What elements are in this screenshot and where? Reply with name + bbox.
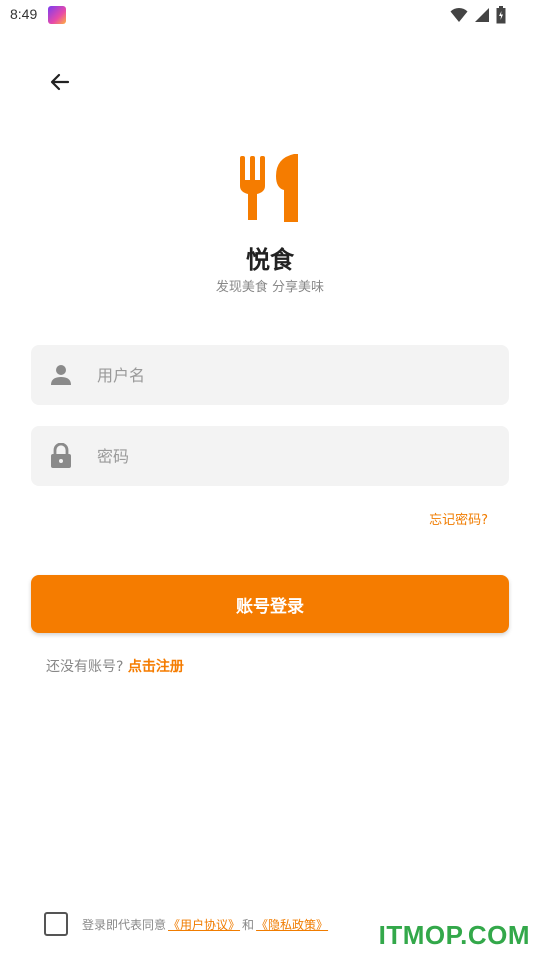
status-icons — [450, 6, 506, 24]
agreement-conjunction: 和 — [242, 917, 255, 932]
watermark: ITMOP.COM — [378, 920, 530, 950]
username-field[interactable] — [31, 345, 509, 405]
username-input[interactable] — [97, 365, 457, 385]
app-name: 悦食 — [246, 246, 294, 274]
agreement-row: 登录即代表同意 《用户协议》 和 《隐私政策》 — [44, 912, 330, 936]
password-field[interactable] — [31, 426, 509, 486]
agreement-prefix: 登录即代表同意 — [82, 917, 167, 932]
back-arrow-icon — [50, 73, 70, 91]
back-button[interactable] — [40, 62, 80, 102]
status-time: 8:49 — [10, 6, 38, 22]
register-link[interactable]: 点击注册 — [128, 659, 184, 675]
user-agreement-link[interactable]: 《用户协议》 — [168, 916, 240, 933]
password-input[interactable] — [97, 446, 457, 466]
app-notification-icon — [48, 6, 66, 24]
status-bar: 8:49 — [0, 0, 540, 30]
register-row: 还没有账号? 点击注册 — [46, 656, 184, 676]
register-prompt: 还没有账号? — [46, 659, 124, 675]
signal-icon — [475, 8, 489, 22]
battery-icon — [496, 6, 506, 24]
agreement-checkbox[interactable] — [44, 912, 68, 936]
login-button[interactable]: 账号登录 — [31, 575, 509, 633]
person-icon — [49, 363, 73, 387]
app-slogan: 发现美食 分享美味 — [215, 280, 325, 295]
wifi-icon — [450, 7, 468, 22]
forgot-password-link[interactable]: 忘记密码? — [429, 509, 488, 528]
lock-icon — [49, 443, 73, 468]
fork-knife-icon — [240, 154, 298, 222]
privacy-policy-link[interactable]: 《隐私政策》 — [256, 916, 328, 933]
